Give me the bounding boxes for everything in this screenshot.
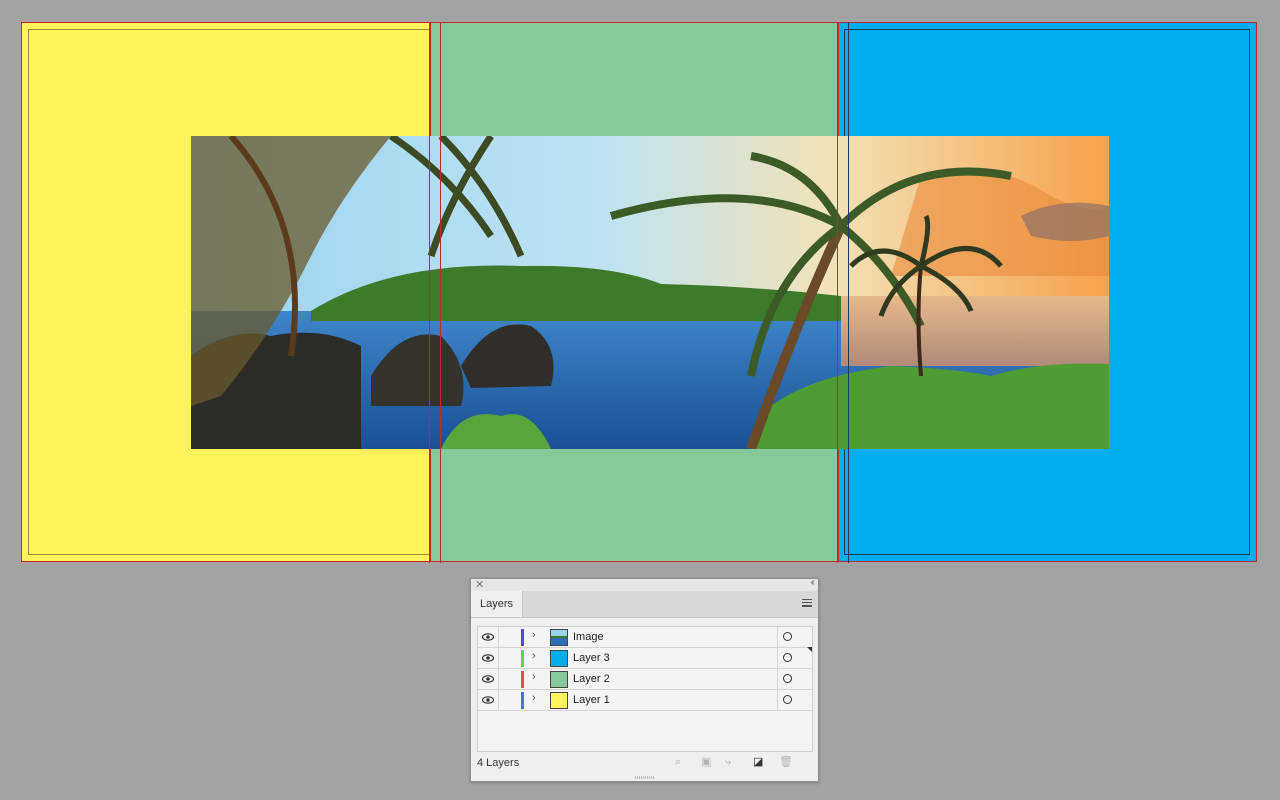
- target-icon[interactable]: [783, 632, 792, 641]
- panel-titlebar[interactable]: ✕ ‹‹: [471, 577, 818, 591]
- layer-row-layer-3[interactable]: › Layer 3: [478, 648, 812, 669]
- layer-name[interactable]: Image: [573, 631, 604, 643]
- target-column: [777, 690, 778, 710]
- target-column: [777, 669, 778, 689]
- layer-name[interactable]: Layer 2: [573, 673, 610, 685]
- lock-column[interactable]: [498, 669, 499, 689]
- layer-row-layer-1[interactable]: › Layer 1: [478, 690, 812, 711]
- chevron-right-icon[interactable]: ›: [532, 692, 536, 704]
- chevron-right-icon[interactable]: ›: [532, 650, 536, 662]
- target-icon[interactable]: [783, 674, 792, 683]
- margin-line: [440, 22, 441, 563]
- target-icon[interactable]: [783, 653, 792, 662]
- lock-column[interactable]: [498, 627, 499, 647]
- lock-column[interactable]: [498, 690, 499, 710]
- layer-color-bar: [521, 650, 524, 667]
- create-sublayer-icon[interactable]: ⤷: [725, 757, 736, 768]
- close-icon[interactable]: ✕: [475, 578, 484, 591]
- margin-line: [848, 22, 849, 563]
- bleed-line: [429, 22, 430, 563]
- target-column: [777, 648, 778, 668]
- bleed-line: [837, 22, 838, 563]
- chevron-right-icon[interactable]: ›: [532, 629, 536, 641]
- layer-name[interactable]: Layer 1: [573, 694, 610, 706]
- panel-menu-icon[interactable]: [802, 599, 812, 607]
- layer-name[interactable]: Layer 3: [573, 652, 610, 664]
- resize-grip[interactable]: [635, 776, 655, 779]
- layer-thumbnail: [550, 629, 568, 646]
- create-layer-icon[interactable]: ◪: [753, 757, 764, 768]
- layer-thumbnail: [550, 692, 568, 709]
- eye-icon[interactable]: [482, 630, 494, 644]
- eye-icon[interactable]: [482, 672, 494, 686]
- layer-thumbnail: [550, 671, 568, 688]
- placed-image[interactable]: [191, 136, 1109, 449]
- layer-row-layer-2[interactable]: › Layer 2: [478, 669, 812, 690]
- layer-color-bar: [521, 692, 524, 709]
- layers-list: › Image › Layer 3 › Layer 2 › Layer 1: [477, 626, 813, 752]
- locate-object-icon[interactable]: ⌕: [675, 757, 686, 768]
- selection-indicator-icon: [807, 647, 812, 652]
- layer-color-bar: [521, 629, 524, 646]
- panel-footer: 4 Layers ⌕ ▣ ⤷ ◪ 🗑: [471, 753, 818, 773]
- layer-row-image[interactable]: › Image: [478, 627, 812, 648]
- layers-panel: ✕ ‹‹ Layers › Image › Layer 3 › Layer 2 …: [470, 577, 819, 782]
- panel-tabbar: Layers: [471, 591, 818, 618]
- target-column: [777, 627, 778, 647]
- chevron-right-icon[interactable]: ›: [532, 671, 536, 683]
- eye-icon[interactable]: [482, 693, 494, 707]
- make-clipping-mask-icon[interactable]: ▣: [701, 757, 712, 768]
- layer-count: 4 Layers: [477, 757, 520, 769]
- lock-column[interactable]: [498, 648, 499, 668]
- collapse-icon[interactable]: ‹‹: [810, 577, 814, 588]
- delete-icon[interactable]: 🗑: [779, 757, 793, 768]
- layer-thumbnail: [550, 650, 568, 667]
- target-icon[interactable]: [783, 695, 792, 704]
- eye-icon[interactable]: [482, 651, 494, 665]
- layer-color-bar: [521, 671, 524, 688]
- tab-layers[interactable]: Layers: [471, 591, 523, 617]
